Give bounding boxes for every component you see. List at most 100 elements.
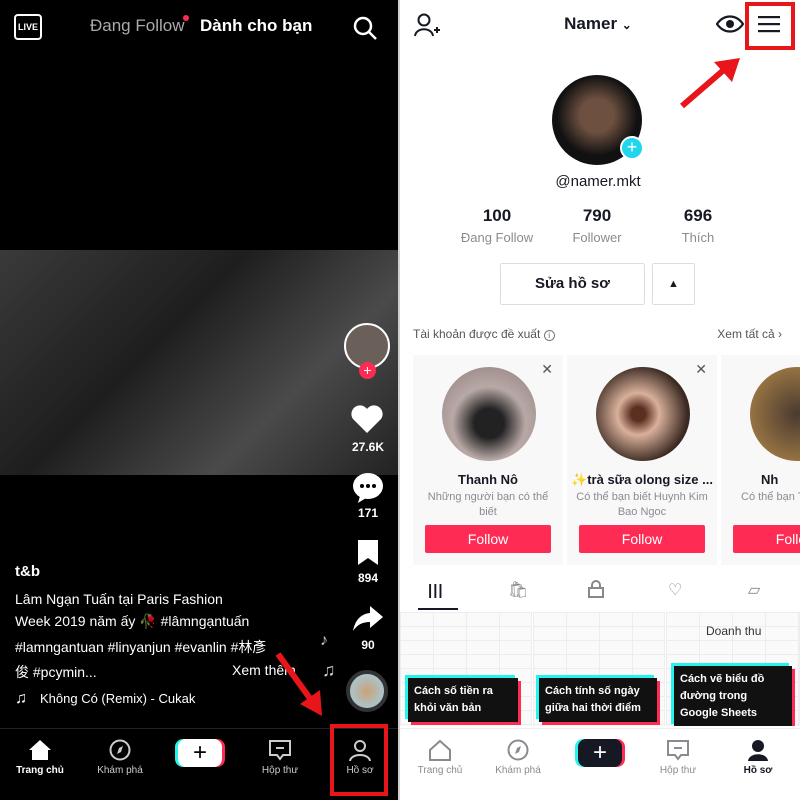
video-author[interactable]: t&b [15, 563, 40, 580]
profile-icon [748, 740, 768, 761]
profile-handle: @namer.mkt [555, 173, 641, 190]
home-icon [29, 740, 51, 760]
follow-button[interactable]: Follow [579, 525, 705, 553]
profile-screen: Namer ⌄ + @namer.mkt 100 Đang Follow 790… [400, 0, 800, 800]
add-user-icon[interactable] [414, 12, 440, 38]
create-button[interactable]: + [578, 739, 622, 767]
follow-button[interactable]: Follow [733, 525, 800, 553]
inbox-icon [269, 740, 291, 761]
video-thumbnail[interactable]: Cách tính số ngày giữa hai thời điểm [533, 612, 665, 726]
video-title: Cách tính số ngày giữa hai thời điểm [539, 678, 657, 722]
tab-for-you[interactable]: Dành cho bạn [200, 16, 312, 36]
add-avatar-icon[interactable]: + [620, 136, 644, 160]
nav-profile[interactable]: Hồ sơ [718, 739, 798, 776]
nav-discover[interactable]: Khám phá [80, 739, 160, 776]
following-label: Đang Follow [460, 230, 534, 245]
likes-count[interactable]: 696 [653, 206, 743, 226]
compass-icon [507, 739, 529, 761]
comment-count: 171 [357, 506, 379, 520]
share-icon[interactable] [352, 604, 384, 632]
info-icon[interactable]: i [543, 330, 555, 341]
save-count: 894 [357, 571, 379, 585]
following-count[interactable]: 100 [452, 206, 542, 226]
nav-inbox[interactable]: Hộp thư [240, 739, 320, 776]
search-icon[interactable] [352, 15, 378, 41]
music-disc[interactable] [346, 670, 388, 712]
caret-up-icon: ▲ [668, 278, 679, 290]
compass-icon [109, 739, 131, 761]
bookmark-icon[interactable] [356, 538, 380, 566]
lock-icon[interactable] [588, 580, 604, 598]
nav-label: Trang chủ [16, 765, 64, 776]
nav-discover[interactable]: Khám phá [478, 739, 558, 776]
chart-title: Doanh thu [706, 624, 762, 638]
comment-icon[interactable] [352, 472, 384, 504]
highlight-box [330, 724, 388, 796]
nav-label: Khám phá [495, 765, 541, 776]
red-arrow [275, 652, 322, 716]
video-title: Cách vẽ biểu đồ đường trong Google Sheet… [674, 666, 792, 726]
nav-inbox[interactable]: Hộp thư [638, 739, 718, 776]
nav-label: Khám phá [97, 765, 143, 776]
suggested-name[interactable]: Thanh Nô [417, 472, 559, 487]
music-icon: ♫ [15, 690, 27, 707]
suggested-desc: Có thể bạn Thanh [741, 491, 800, 503]
nav-label: Hộp thư [659, 765, 697, 776]
caption-line: Week 2019 năm ấy 🥀 #lâmngạntuấn [15, 613, 250, 629]
nav-label: Hồ sơ [743, 765, 773, 776]
bottom-nav: Trang chủ Khám phá + Hộp thư Hồ sơ [400, 728, 800, 800]
caption-line: 俊 #pcymin... [15, 664, 97, 680]
caption-line: #lamngantuan #linyanjun #evanlin #林彥 [15, 639, 267, 655]
heart-icon[interactable] [350, 404, 384, 434]
caption-line: Lâm Ngạn Tuấn tại Paris Fashion [15, 591, 223, 607]
dismiss-icon[interactable]: ✕ [695, 361, 707, 378]
likes-label: Thích [681, 230, 715, 245]
edit-profile-button[interactable]: Sửa hồ sơ [500, 263, 645, 305]
suggested-desc: Những người bạn có thể biết [427, 491, 549, 518]
video-title: Cách số tiền ra khỏi văn bản [408, 678, 518, 722]
music-title[interactable]: Không Có (Remix) - Cukak [40, 691, 195, 706]
shop-icon[interactable]: 🛍 [508, 580, 528, 600]
tab-following[interactable]: Đang Follow [90, 16, 185, 36]
suggested-avatar[interactable] [596, 367, 690, 461]
create-button[interactable]: + [178, 739, 222, 767]
suggested-title: Tài khoản được đề xuất i [413, 327, 555, 341]
suggestions-toggle-button[interactable]: ▲ [652, 263, 695, 305]
video-frame[interactable] [0, 250, 398, 475]
profile-title-dropdown[interactable]: Namer ⌄ [550, 14, 646, 34]
suggested-name[interactable]: Nh [761, 472, 800, 487]
video-thumbnail[interactable]: Doanh thu Cách vẽ biểu đồ đường trong Goo… [666, 612, 800, 726]
nav-home[interactable]: Trang chủ [0, 739, 80, 776]
follow-plus-icon[interactable]: + [359, 362, 376, 379]
live-icon[interactable]: LIVE [14, 14, 42, 40]
video-thumbnail[interactable]: Cách số tiền ra khỏi văn bản [400, 612, 532, 726]
suggested-card: ✕ ✨trà sữa olong size ... Có thể bạn biế… [567, 355, 717, 565]
eye-icon[interactable] [716, 14, 744, 34]
dismiss-icon[interactable]: ✕ [541, 361, 553, 378]
feed-screen: LIVE Đang Follow Dành cho bạn + 27.6K 17… [0, 0, 398, 800]
suggested-name[interactable]: ✨trà sữa olong size ... [571, 472, 713, 488]
suggested-card: ✕ Thanh Nô Những người bạn có thể biết F… [413, 355, 563, 565]
videos-grid-icon[interactable]: ||| [428, 582, 444, 599]
liked-hidden-icon[interactable]: ♡ [668, 580, 682, 600]
red-arrow [680, 58, 740, 109]
suggested-card: Nh Có thể bạn Thanh Follow [721, 355, 800, 565]
profile-tabs: ||| 🛍 ♡ ▱ [400, 578, 800, 612]
favorites-hidden-icon[interactable]: ▱ [748, 580, 760, 600]
follow-button[interactable]: Follow [425, 525, 551, 553]
suggested-avatar[interactable] [442, 367, 536, 461]
home-icon [429, 739, 451, 761]
inbox-icon [667, 740, 689, 761]
nav-label: Trang chủ [417, 765, 463, 776]
chevron-down-icon: ⌄ [621, 18, 632, 32]
notification-dot [183, 15, 189, 21]
suggested-avatar[interactable] [750, 367, 800, 461]
nav-home[interactable]: Trang chủ [400, 739, 480, 776]
nav-label: Hộp thư [261, 765, 299, 776]
see-all-link[interactable]: Xem tất cả › [717, 327, 782, 341]
follower-label: Follower [572, 230, 622, 245]
follower-count[interactable]: 790 [552, 206, 642, 226]
highlight-box [745, 2, 795, 50]
share-count: 90 [361, 638, 375, 652]
suggested-desc: Có thể bạn biết Huynh Kim Bao Ngoc [576, 491, 708, 518]
